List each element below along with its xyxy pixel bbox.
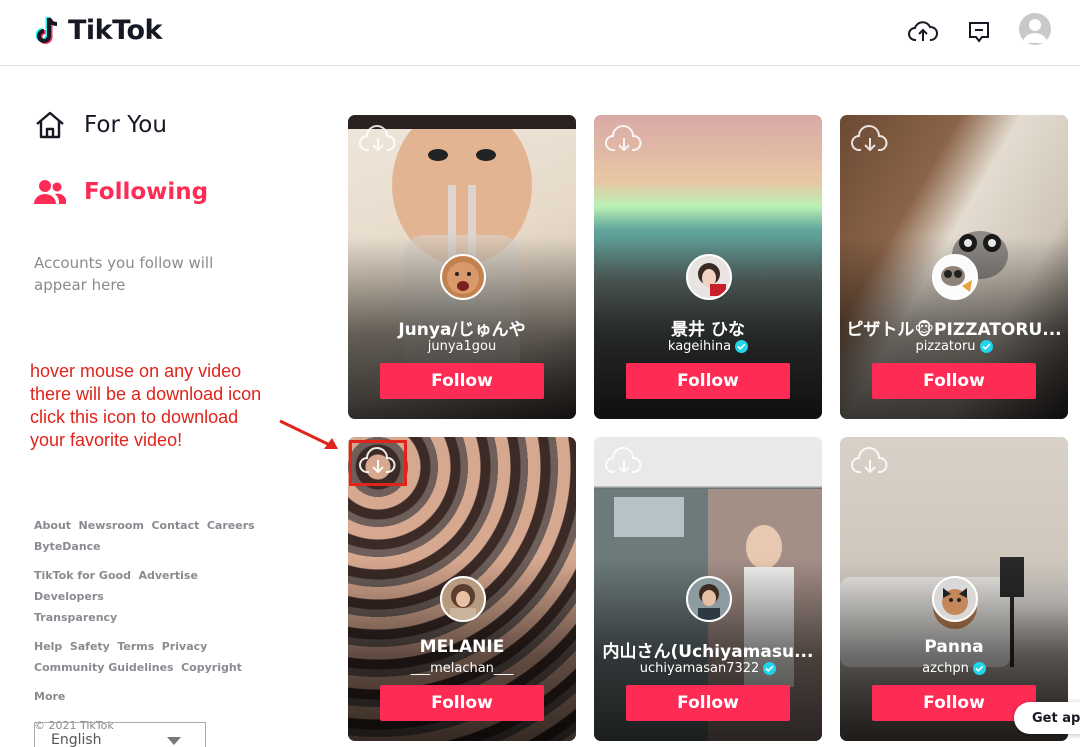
creator-card[interactable]: 景井 ひな kageihina Follow	[594, 115, 822, 419]
creator-name: Panna	[924, 637, 984, 657]
annotation-line: hover mouse on any video	[30, 361, 242, 381]
creator-avatar	[440, 576, 486, 622]
creator-username-text: junya1gou	[427, 339, 497, 354]
following-empty-hint: Accounts you follow will appear here	[34, 254, 214, 294]
follow-button[interactable]: Follow	[380, 685, 544, 721]
creator-card[interactable]: Panna azchpn Follow	[840, 437, 1068, 741]
footer-link-help[interactable]: Help	[34, 640, 62, 653]
creator-card[interactable]: Junya/じゅんや junya1gou Follow	[348, 115, 576, 419]
nav-following[interactable]: Following	[34, 178, 208, 206]
annotation-arrow-icon	[279, 419, 338, 449]
footer-link-advertise[interactable]: Advertise	[138, 569, 197, 582]
download-cloud-icon[interactable]	[358, 125, 398, 155]
caret-down-icon	[167, 737, 181, 745]
creator-username: junya1gou	[348, 339, 576, 354]
creator-username: azchpn	[840, 661, 1068, 676]
creator-username: ___melachan___	[348, 661, 576, 676]
footer-link-careers[interactable]: Careers	[207, 519, 255, 532]
follow-button[interactable]: Follow	[626, 363, 790, 399]
download-cloud-icon[interactable]	[850, 125, 890, 155]
footer-link-safety[interactable]: Safety	[70, 640, 110, 653]
footer-link-tiktok-for-good[interactable]: TikTok for Good	[34, 569, 131, 582]
annotation-line: click this icon to download	[30, 407, 239, 427]
download-icon-highlight-box	[349, 440, 407, 486]
creator-username: kageihina	[594, 339, 822, 354]
language-select[interactable]: English	[34, 722, 206, 747]
creator-username: pizzatoru	[840, 339, 1068, 354]
people-icon	[34, 180, 66, 204]
creator-username-text: azchpn	[922, 661, 969, 676]
follow-button[interactable]: Follow	[626, 685, 790, 721]
profile-avatar[interactable]	[1019, 13, 1051, 45]
verified-badge-icon	[972, 662, 986, 675]
get-app-button[interactable]: Get app	[1014, 702, 1080, 734]
tiktok-note-icon	[36, 17, 58, 44]
creator-avatar	[686, 576, 732, 622]
creator-avatar	[932, 576, 978, 622]
creator-name: 内山さん(Uchiyamasu...	[602, 642, 814, 662]
creator-name: 景井 ひな	[671, 320, 745, 340]
download-cloud-icon[interactable]	[850, 447, 890, 477]
footer-link-contact[interactable]: Contact	[151, 519, 199, 532]
footer-links-group: About Newsroom Contact Careers ByteDance	[34, 515, 274, 557]
footer-link-privacy[interactable]: Privacy	[162, 640, 208, 653]
creator-card[interactable]: ピザトル🐵PIZZATORU... pizzatoru Follow	[840, 115, 1068, 419]
creator-username-text: ___melachan___	[410, 661, 514, 676]
creator-username: uchiyamasan7322	[594, 661, 822, 676]
footer-links-group: Help Safety Terms Privacy Community Guid…	[34, 636, 274, 678]
follow-button[interactable]: Follow	[872, 363, 1036, 399]
annotation-line: there will be a download icon	[30, 384, 262, 404]
tiktok-logo[interactable]: TikTok	[36, 14, 162, 46]
creator-name: MELANIE	[419, 637, 505, 657]
verified-badge-icon	[735, 340, 749, 353]
verified-badge-icon	[979, 340, 993, 353]
follow-button[interactable]: Follow	[380, 363, 544, 399]
user-silhouette-icon	[1023, 19, 1047, 43]
annotation-line: your favorite video!	[30, 430, 183, 450]
home-icon	[36, 111, 64, 139]
footer-link-bytedance[interactable]: ByteDance	[34, 540, 101, 553]
creator-name: ピザトル🐵PIZZATORU...	[846, 320, 1062, 340]
footer-link-about[interactable]: About	[34, 519, 71, 532]
follow-button[interactable]: Follow	[872, 685, 1036, 721]
nav-for-you-label: For You	[84, 112, 167, 138]
footer-link-terms[interactable]: Terms	[117, 640, 154, 653]
download-cloud-icon[interactable]	[604, 447, 644, 477]
nav-for-you[interactable]: For You	[34, 110, 167, 140]
creator-username-text: kageihina	[667, 339, 732, 354]
footer-link-newsroom[interactable]: Newsroom	[79, 519, 144, 532]
creator-avatar	[686, 254, 732, 300]
upload-cloud-icon[interactable]	[907, 16, 939, 48]
nav-following-label: Following	[84, 179, 209, 205]
creator-username-text: uchiyamasan7322	[639, 661, 760, 676]
language-select-value: English	[51, 732, 102, 747]
brand-name: TikTok	[68, 14, 162, 46]
footer-link-community-guidelines[interactable]: Community Guidelines	[34, 661, 174, 674]
download-cloud-icon[interactable]	[604, 125, 644, 155]
creator-avatar	[932, 254, 978, 300]
download-instructions-annotation: hover mouse on any video there will be a…	[30, 360, 300, 452]
creator-name: Junya/じゅんや	[398, 320, 526, 340]
footer-link-developers[interactable]: Developers	[34, 590, 104, 603]
creator-username-text: pizzatoru	[915, 339, 976, 354]
top-header: TikTok	[0, 0, 1080, 66]
footer-link-transparency[interactable]: Transparency	[34, 611, 117, 624]
verified-badge-icon	[763, 662, 777, 675]
creator-card[interactable]: 内山さん(Uchiyamasu... uchiyamasan7322 Follo…	[594, 437, 822, 741]
inbox-message-icon[interactable]	[963, 16, 995, 48]
footer-link-more[interactable]: More	[34, 690, 65, 703]
footer-links-group: TikTok for Good Advertise Developers Tra…	[34, 565, 274, 628]
sidebar-footer: About Newsroom Contact Careers ByteDance…	[34, 515, 274, 736]
creator-avatar	[440, 254, 486, 300]
footer-link-copyright[interactable]: Copyright	[181, 661, 242, 674]
creator-card[interactable]: MELANIE ___melachan___ Follow	[348, 437, 576, 741]
